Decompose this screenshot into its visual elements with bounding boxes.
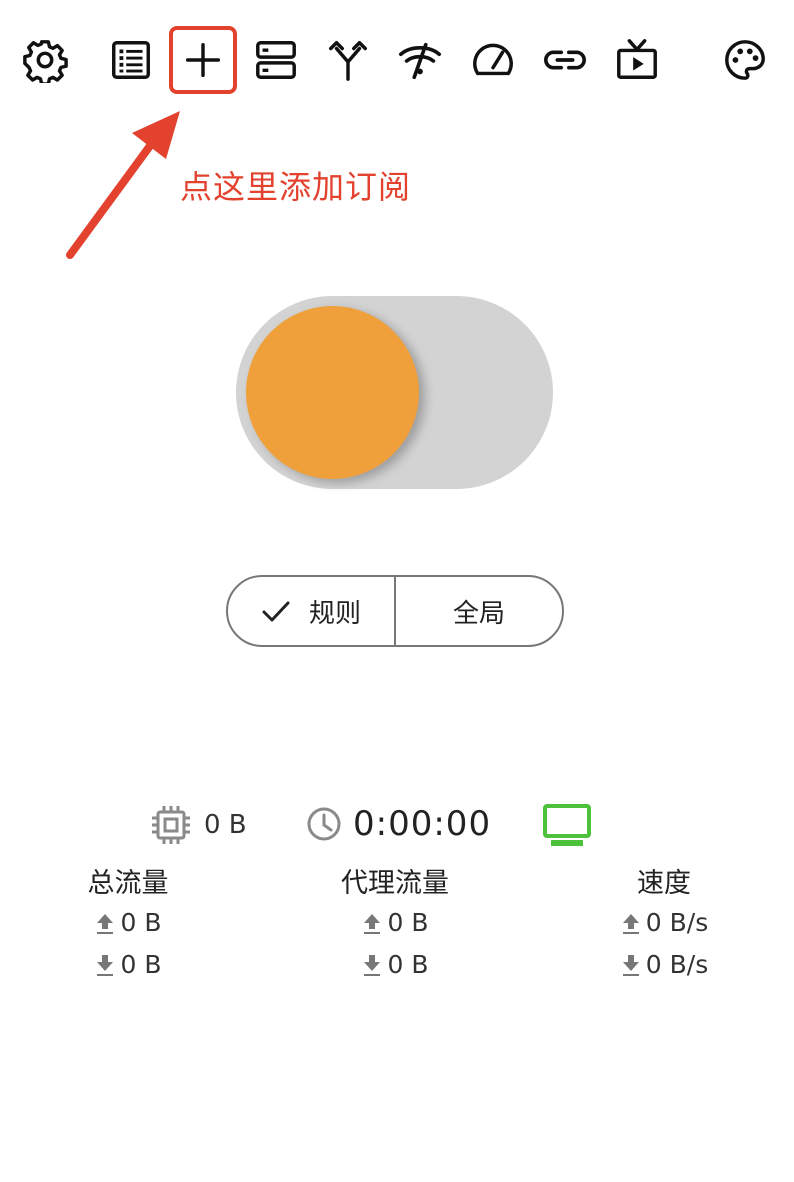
fork-icon — [329, 41, 367, 81]
total-upload: 0 B — [28, 902, 228, 944]
speed-column: 速度 0 B/s 0 B/s — [564, 866, 764, 986]
wifi-off-icon — [399, 42, 441, 80]
uptime-value: 0:00:00 — [353, 804, 492, 844]
plus-icon — [185, 42, 221, 78]
proxy-download: 0 B — [295, 944, 495, 986]
proxy-toggle-knob[interactable] — [246, 306, 419, 479]
proxy-upload: 0 B — [295, 902, 495, 944]
total-traffic-title: 总流量 — [87, 868, 169, 899]
proxy-upload-value: 0 B — [387, 908, 429, 937]
total-traffic-column: 总流量 0 B 0 B — [28, 866, 228, 986]
proxy-toggle[interactable] — [236, 296, 553, 489]
settings-button[interactable] — [19, 34, 71, 86]
media-button[interactable] — [611, 34, 663, 86]
annotation-text: 点这里添加订阅 — [180, 168, 412, 206]
tv-play-icon — [617, 39, 657, 79]
connections-button[interactable] — [539, 34, 591, 86]
proxy-download-value: 0 B — [387, 950, 429, 979]
connection-status[interactable] — [543, 804, 591, 848]
speed-title: 速度 — [637, 868, 691, 899]
speed-download-value: 0 B/s — [645, 950, 709, 979]
theme-button[interactable] — [719, 34, 771, 86]
stats-row: 0 B 0:00:00 — [0, 800, 794, 856]
palette-icon — [725, 40, 765, 80]
proxy-traffic-title: 代理流量 — [341, 868, 449, 899]
upload-icon — [622, 914, 639, 934]
uptime-stat: 0:00:00 — [305, 804, 491, 844]
total-upload-value: 0 B — [120, 908, 162, 937]
toolbar — [0, 0, 794, 120]
total-download-value: 0 B — [120, 950, 162, 979]
memory-stat: 0 B — [150, 804, 247, 846]
annotation-arrow — [66, 111, 180, 259]
add-subscription-button[interactable] — [177, 34, 229, 86]
memory-value: 0 B — [204, 810, 247, 840]
download-icon — [97, 955, 114, 976]
link-icon — [544, 50, 586, 70]
mode-rule-button[interactable]: 规则 — [228, 577, 396, 645]
mode-global-label: 全局 — [452, 598, 505, 629]
proxy-traffic-column: 代理流量 0 B 0 B — [295, 866, 495, 986]
network-test-button[interactable] — [394, 34, 446, 86]
server-icon — [256, 41, 296, 79]
check-icon — [262, 601, 290, 622]
speed-test-button[interactable] — [467, 34, 519, 86]
chip-icon — [152, 806, 190, 844]
speed-download: 0 B/s — [564, 944, 764, 986]
speedometer-icon — [473, 43, 513, 76]
servers-button[interactable] — [250, 34, 302, 86]
download-icon — [622, 955, 639, 976]
upload-icon — [97, 914, 114, 934]
total-download: 0 B — [28, 944, 228, 986]
mode-rule-label: 规则 — [308, 598, 361, 629]
clock-icon — [307, 807, 341, 841]
upload-icon — [364, 914, 381, 934]
gear-icon — [23, 40, 68, 83]
speed-upload: 0 B/s — [564, 902, 764, 944]
list-icon — [112, 41, 150, 79]
profiles-list-button[interactable] — [105, 34, 157, 86]
mode-switch: 规则 全局 — [226, 575, 564, 647]
speed-upload-value: 0 B/s — [645, 908, 709, 937]
mode-global-button[interactable]: 全局 — [396, 577, 562, 645]
routing-button[interactable] — [322, 34, 374, 86]
monitor-icon — [543, 804, 591, 846]
download-icon — [364, 955, 381, 976]
